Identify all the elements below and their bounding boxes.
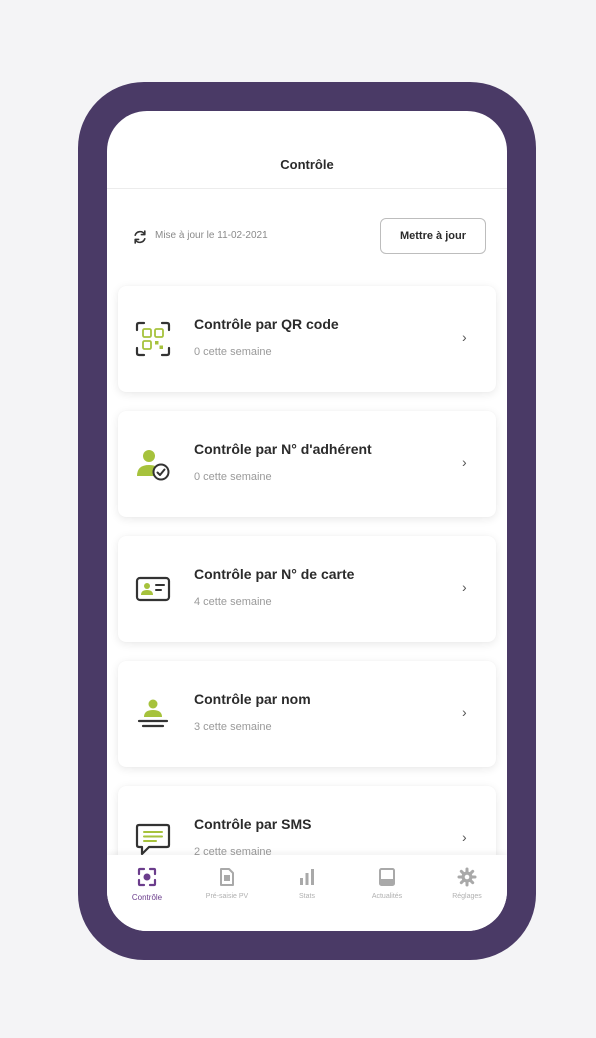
id-card-icon — [135, 576, 171, 602]
chevron-right-icon: › — [462, 704, 467, 720]
bottom-nav: Contrôle Pré-saisie PV Stats Actualités — [107, 855, 507, 931]
control-card-number-card[interactable]: Contrôle par N° de carte 4 cette semaine… — [118, 536, 496, 642]
update-row: Mise à jour le 11-02-2021 Mettre à jour — [107, 217, 507, 257]
card-title: Contrôle par nom — [194, 691, 311, 707]
control-qr-code-card[interactable]: Contrôle par QR code 0 cette semaine › — [118, 286, 496, 392]
update-button[interactable]: Mettre à jour — [380, 218, 486, 254]
app-screen: Contrôle Mise à jour le 11-02-2021 Mettr… — [107, 111, 507, 931]
chevron-right-icon: › — [462, 454, 467, 470]
last-update-text: Mise à jour le 11-02-2021 — [155, 230, 268, 241]
control-name-card[interactable]: Contrôle par nom 3 cette semaine › — [118, 661, 496, 767]
nav-item-stats[interactable]: Stats — [267, 855, 347, 931]
document-icon — [220, 868, 234, 886]
nav-label: Pré-saisie PV — [205, 893, 249, 900]
app-header: Contrôle — [107, 111, 507, 189]
card-title: Contrôle par SMS — [194, 816, 312, 832]
card-subtitle: 0 cette semaine — [194, 471, 272, 483]
card-title: Contrôle par QR code — [194, 316, 339, 332]
chevron-right-icon: › — [462, 829, 467, 845]
scan-icon — [137, 867, 157, 887]
card-title: Contrôle par N° d'adhérent — [194, 441, 372, 457]
card-subtitle: 0 cette semaine — [194, 346, 272, 358]
nav-label: Contrôle — [131, 893, 163, 902]
control-member-number-card[interactable]: Contrôle par N° d'adhérent 0 cette semai… — [118, 411, 496, 517]
chevron-right-icon: › — [462, 329, 467, 345]
page-title: Contrôle — [280, 157, 334, 172]
nav-item-pre-saisie[interactable]: Pré-saisie PV — [187, 855, 267, 931]
chevron-right-icon: › — [462, 579, 467, 595]
qr-code-icon — [135, 321, 171, 357]
card-subtitle: 3 cette semaine — [194, 721, 272, 733]
nav-label: Réglages — [452, 893, 482, 900]
nav-label: Stats — [299, 893, 315, 900]
nav-label: Actualités — [371, 893, 403, 900]
nav-item-reglages[interactable]: Réglages — [427, 855, 507, 931]
nav-item-controle[interactable]: Contrôle — [107, 855, 187, 931]
bar-chart-icon — [300, 869, 314, 885]
nav-item-actualites[interactable]: Actualités — [347, 855, 427, 931]
refresh-icon — [134, 230, 146, 244]
member-check-icon — [137, 450, 170, 481]
gear-icon — [457, 867, 477, 887]
sms-icon — [135, 823, 171, 856]
news-icon — [379, 868, 395, 886]
card-subtitle: 4 cette semaine — [194, 596, 272, 608]
person-name-icon — [137, 699, 169, 728]
card-title: Contrôle par N° de carte — [194, 566, 355, 582]
